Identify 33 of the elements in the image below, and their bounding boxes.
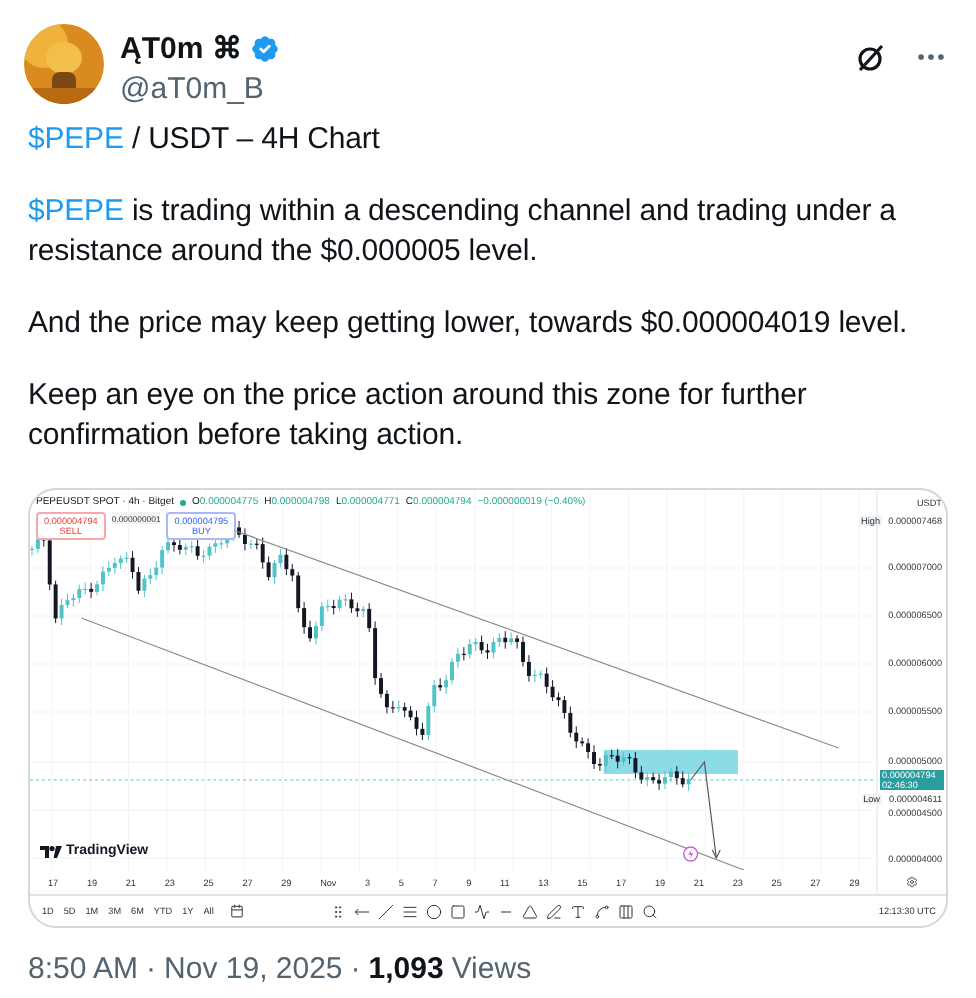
diagonal-line-icon[interactable]: [377, 903, 394, 919]
post-meta[interactable]: Views: [451, 952, 532, 986]
curve-icon[interactable]: [593, 903, 610, 919]
tweet-text: $PEPE / USDT – 4H Chart: [28, 120, 382, 160]
tweet-text: Keep an eye on the price action around this zone for further confirmation before taking action.: [28, 376, 809, 456]
settings-icon[interactable]: [906, 876, 918, 888]
tweet-text: And the price may keep getting lower, towards $0.000004019 level.: [28, 304, 910, 344]
columns-icon[interactable]: [617, 903, 634, 919]
author-name[interactable]: ĄT0m ⌘: [120, 30, 242, 66]
verified-badge-icon: [247, 31, 282, 65]
post-meta[interactable]: 1,093: [368, 952, 444, 986]
calendar-icon[interactable]: [229, 904, 244, 918]
zigzag-icon[interactable]: [473, 903, 490, 919]
grip-icon[interactable]: [329, 903, 346, 919]
projection-arrow[interactable]: [690, 760, 721, 860]
separator-dot: ·: [350, 952, 361, 986]
pen-icon[interactable]: [545, 903, 562, 919]
square-icon[interactable]: [449, 903, 466, 919]
left-arrow-icon[interactable]: [353, 903, 370, 919]
lines-icon[interactable]: [401, 903, 418, 919]
market-open-dot: [180, 499, 187, 505]
circle-icon[interactable]: [425, 903, 442, 919]
lightning-badge-icon[interactable]: [683, 846, 699, 862]
slashed-circle-icon[interactable]: [854, 41, 886, 73]
tweet-text: $PEPE is trading within a descending channel and trading under a resistance around the $0.000005 level.: [28, 192, 898, 272]
post-meta[interactable]: Nov 19, 2025: [164, 952, 343, 986]
logo-icon: [40, 845, 62, 857]
search-icon[interactable]: [641, 903, 658, 919]
separator-dot: ·: [146, 952, 157, 986]
author-handle[interactable]: @aT0m_B: [120, 72, 838, 106]
triangle-icon[interactable]: [521, 903, 538, 919]
post-meta[interactable]: 8:50 AM: [28, 952, 139, 986]
text-icon[interactable]: [569, 903, 586, 919]
